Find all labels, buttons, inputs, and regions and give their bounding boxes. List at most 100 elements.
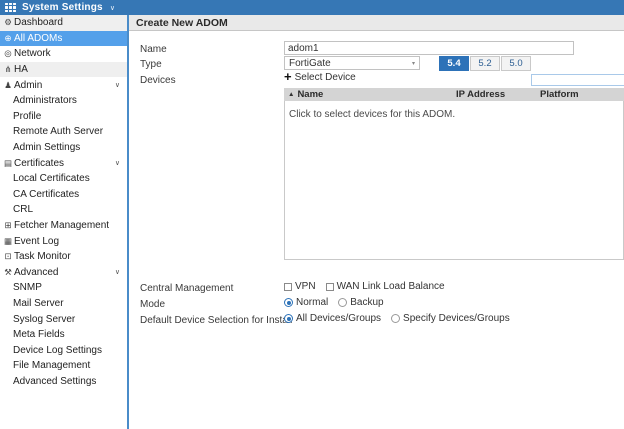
name-input[interactable] <box>284 41 574 55</box>
default-device-selection-label: Default Device Selection for Install <box>140 315 292 326</box>
sidebar-item-syslog-server[interactable]: Syslog Server <box>0 311 127 327</box>
dropdown-caret-icon: ▾ <box>412 60 415 67</box>
sidebar-item-label: Advanced <box>14 267 58 278</box>
plus-icon: + <box>284 71 292 83</box>
sidebar-item-file-management[interactable]: File Management <box>0 358 127 374</box>
fetcher-management-icon: ⊞ <box>3 220 13 231</box>
chevron-down-icon[interactable]: ∨ <box>115 159 127 167</box>
sidebar-item-label: SNMP <box>13 282 42 293</box>
sidebar-nav: ⚙Dashboard⊕All ADOMs◎Network⋔HA♟Admin∨Ad… <box>0 15 127 389</box>
adom-version-5-2-button[interactable]: 5.2 <box>470 56 500 71</box>
sidebar-item-label: File Management <box>13 360 90 371</box>
sort-asc-icon: ▲ <box>288 91 294 98</box>
sidebar-item-profile[interactable]: Profile <box>0 109 127 125</box>
main-content: Create New ADOM Name Type FortiGate ▾ 5.… <box>129 15 624 429</box>
column-header-label: Name <box>297 89 323 100</box>
sidebar-item-crl[interactable]: CRL <box>0 202 127 218</box>
checkbox-icon <box>284 283 292 291</box>
sidebar-item-label: Certificates <box>14 158 64 169</box>
sidebar-item-label: CRL <box>13 204 33 215</box>
radio-icon <box>338 298 347 307</box>
chevron-down-icon[interactable]: ∨ <box>110 4 115 12</box>
network-icon: ◎ <box>3 48 13 59</box>
checkbox-icon <box>326 283 334 291</box>
sidebar: ⚙Dashboard⊕All ADOMs◎Network⋔HA♟Admin∨Ad… <box>0 15 129 429</box>
app-grid-icon[interactable] <box>5 3 16 13</box>
sidebar-item-event-log[interactable]: ▦Event Log <box>0 233 127 249</box>
sidebar-item-label: Device Log Settings <box>13 345 102 356</box>
sidebar-item-task-monitor[interactable]: ⊡Task Monitor <box>0 249 127 265</box>
mode-options: Normal Backup <box>284 297 384 308</box>
type-label: Type <box>140 59 162 70</box>
sidebar-item-label: Admin Settings <box>13 142 80 153</box>
sidebar-item-label: Profile <box>13 111 41 122</box>
sidebar-item-label: Remote Auth Server <box>13 126 103 137</box>
radio-specify-devices-groups[interactable]: Specify Devices/Groups <box>391 313 510 324</box>
select-device-button[interactable]: + Select Device <box>284 71 356 83</box>
sidebar-item-label: Fetcher Management <box>14 220 109 231</box>
sidebar-item-fetcher-management[interactable]: ⊞Fetcher Management <box>0 218 127 234</box>
select-device-label: Select Device <box>295 72 356 83</box>
sidebar-item-ca-certificates[interactable]: CA Certificates <box>0 187 127 203</box>
sidebar-item-meta-fields[interactable]: Meta Fields <box>0 327 127 343</box>
type-dropdown-value: FortiGate <box>289 58 331 69</box>
adom-version-5-0-button[interactable]: 5.0 <box>501 56 531 71</box>
sidebar-item-label: CA Certificates <box>13 189 79 200</box>
sidebar-item-label: Advanced Settings <box>13 376 96 387</box>
sidebar-item-advanced-settings[interactable]: Advanced Settings <box>0 374 127 390</box>
chevron-down-icon[interactable]: ∨ <box>115 268 127 276</box>
checkbox-vpn[interactable]: VPN <box>284 281 316 292</box>
radio-all-devices-groups[interactable]: All Devices/Groups <box>284 313 381 324</box>
sidebar-item-label: Administrators <box>13 95 77 106</box>
event-log-icon: ▦ <box>3 236 13 247</box>
ha-icon: ⋔ <box>3 64 13 75</box>
admin-icon: ♟ <box>3 80 13 91</box>
column-header-ip-address[interactable]: IP Address <box>452 89 536 100</box>
sidebar-item-all-adoms[interactable]: ⊕All ADOMs <box>0 31 127 47</box>
task-monitor-icon: ⊡ <box>3 251 13 262</box>
device-table: ▲Name IP Address Platform Click to select … <box>284 88 624 260</box>
sidebar-item-dashboard[interactable]: ⚙Dashboard <box>0 15 127 31</box>
type-dropdown[interactable]: FortiGate ▾ <box>284 56 420 70</box>
sidebar-item-local-certificates[interactable]: Local Certificates <box>0 171 127 187</box>
radio-backup[interactable]: Backup <box>338 297 383 308</box>
sidebar-item-label: Mail Server <box>13 298 64 309</box>
sidebar-item-mail-server[interactable]: Mail Server <box>0 296 127 312</box>
sidebar-item-label: Local Certificates <box>13 173 90 184</box>
sidebar-item-label: Syslog Server <box>13 314 75 325</box>
radio-icon <box>284 298 293 307</box>
all-adoms-icon: ⊕ <box>3 33 13 44</box>
sidebar-item-label: Meta Fields <box>13 329 65 340</box>
sidebar-item-label: Task Monitor <box>14 251 71 262</box>
sidebar-item-snmp[interactable]: SNMP <box>0 280 127 296</box>
sidebar-item-label: All ADOMs <box>14 33 62 44</box>
chevron-down-icon[interactable]: ∨ <box>115 81 127 89</box>
sidebar-item-administrators[interactable]: Administrators <box>0 93 127 109</box>
panel-title: Create New ADOM <box>129 15 624 31</box>
dashboard-icon: ⚙ <box>3 17 13 28</box>
device-search-input[interactable] <box>531 74 624 86</box>
column-header-name[interactable]: ▲Name <box>284 89 452 100</box>
name-label: Name <box>140 44 167 55</box>
topbar: System Settings ∨ <box>0 0 624 15</box>
sidebar-item-label: Admin <box>14 80 42 91</box>
checkbox-wan-link-load-balance[interactable]: WAN Link Load Balance <box>326 281 445 292</box>
app-window: System Settings ∨ ⚙Dashboard⊕All ADOMs◎N… <box>0 0 624 429</box>
radio-label: All Devices/Groups <box>296 313 381 324</box>
sidebar-item-device-log-settings[interactable]: Device Log Settings <box>0 342 127 358</box>
sidebar-item-network[interactable]: ◎Network <box>0 46 127 62</box>
devices-label: Devices <box>140 75 176 86</box>
sidebar-item-admin-settings[interactable]: Admin Settings <box>0 140 127 156</box>
column-header-label: IP Address <box>456 89 505 100</box>
advanced-icon: ⚒ <box>3 267 13 278</box>
adom-version-5-4-button[interactable]: 5.4 <box>439 56 469 71</box>
sidebar-item-certificates[interactable]: ▤Certificates∨ <box>0 155 127 171</box>
sidebar-item-admin[interactable]: ♟Admin ∨ <box>0 77 127 93</box>
sidebar-item-ha[interactable]: ⋔HA <box>0 62 127 78</box>
app-title[interactable]: System Settings <box>22 2 103 13</box>
radio-normal[interactable]: Normal <box>284 297 328 308</box>
device-table-body[interactable]: Click to select devices for this ADOM. <box>284 101 624 260</box>
column-header-platform[interactable]: Platform <box>536 89 624 100</box>
sidebar-item-advanced[interactable]: ⚒Advanced ∨ <box>0 265 127 281</box>
sidebar-item-remote-auth-server[interactable]: Remote Auth Server <box>0 124 127 140</box>
